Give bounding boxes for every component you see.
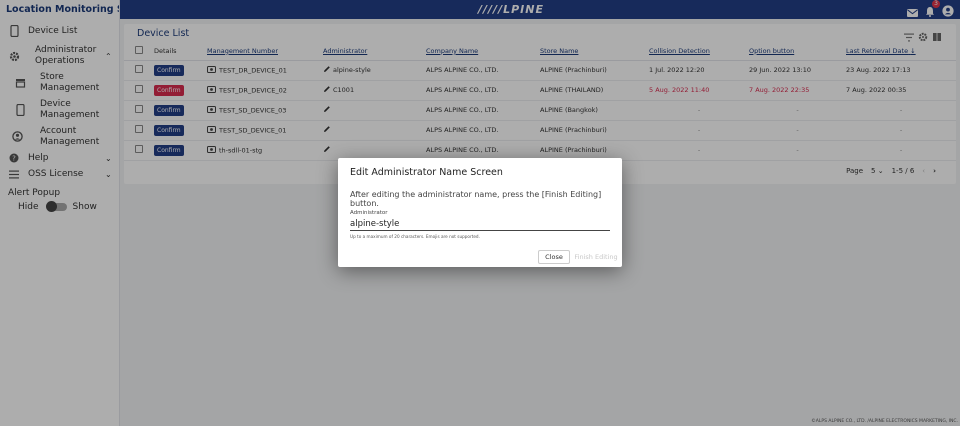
administrator-field-label: Administrator: [350, 210, 388, 216]
dialog-title: Edit Administrator Name Screen: [350, 167, 503, 178]
close-button[interactable]: Close: [538, 250, 570, 264]
field-hint: Up to a maximum of 20 characters. Emojis…: [350, 234, 480, 239]
edit-admin-dialog: Edit Administrator Name Screen After edi…: [338, 158, 622, 267]
administrator-name-input[interactable]: [350, 217, 610, 231]
finish-editing-button[interactable]: Finish Editing: [573, 250, 619, 264]
dialog-description: After editing the administrator name, pr…: [350, 190, 602, 208]
